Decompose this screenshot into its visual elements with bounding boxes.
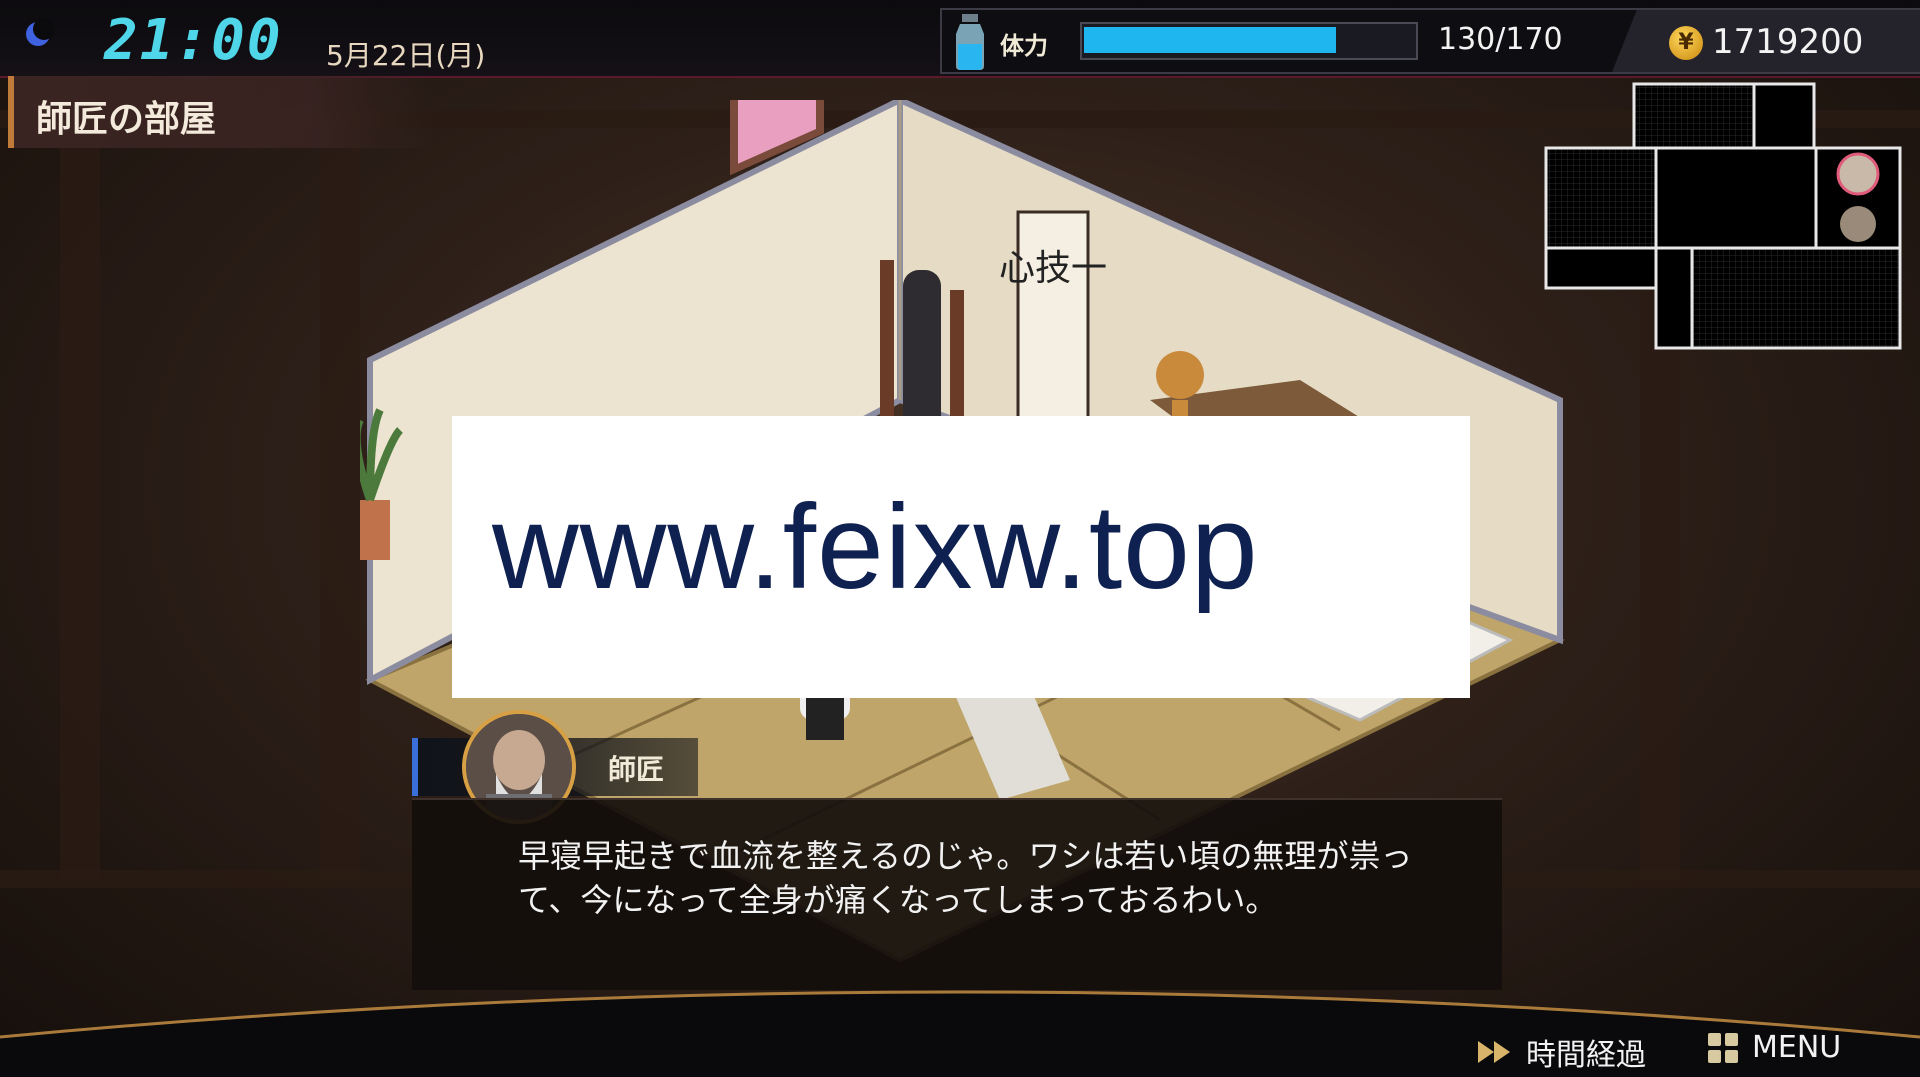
stamina-bar — [1080, 22, 1418, 60]
stamina-label: 体力 — [1000, 32, 1048, 60]
stamina-bar-fill — [1084, 27, 1337, 53]
location-name: 師匠の部屋 — [36, 99, 217, 140]
menu-button[interactable]: MENU — [1708, 1030, 1841, 1065]
coin-icon: ¥ — [1669, 26, 1703, 60]
time-advance-label: 時間経過 — [1526, 1038, 1646, 1073]
dialogue-text: 早寝早起きで血流を整えるのじゃ。ワシは若い頃の無理が祟って、今になって全身が痛く… — [518, 837, 1413, 919]
dialogue-box[interactable]: 早寝早起きで血流を整えるのじゃ。ワシは若い頃の無理が祟って、今になって全身が痛く… — [412, 798, 1502, 990]
minimap-room — [1752, 82, 1816, 150]
bottle-icon — [956, 14, 984, 70]
minimap-room — [1690, 246, 1902, 350]
grid-menu-icon — [1708, 1032, 1738, 1063]
player-marker-icon — [1836, 152, 1880, 196]
stamina-value: 130/170 — [1438, 22, 1563, 57]
scroll-text: 心技一 — [999, 248, 1107, 289]
top-hud: 21:00 5月22日(月) 体力 130/170 ¥ 1719200 — [0, 0, 1920, 78]
time-advance-button[interactable]: 時間経過 — [1478, 1030, 1646, 1074]
watermark-banner: www.feixw.top — [452, 416, 1470, 698]
minimap-room — [1632, 82, 1756, 150]
master-marker-icon — [1840, 206, 1876, 242]
date-label: 5月22日(月) — [326, 39, 486, 72]
stat-panel: 体力 130/170 ¥ 1719200 — [940, 8, 1920, 74]
fast-forward-icon — [1478, 1041, 1510, 1063]
moon-icon — [26, 18, 54, 46]
clock: 21:00 — [104, 8, 283, 73]
speaker-name: 師匠 — [608, 753, 665, 786]
minimap-room — [1654, 146, 1818, 250]
minimap-room — [1654, 246, 1694, 350]
menu-label: MENU — [1752, 1030, 1842, 1065]
watermark-text: www.feixw.top — [492, 480, 1259, 614]
money-value: 1719200 — [1712, 22, 1864, 62]
minimap[interactable] — [1544, 82, 1904, 352]
